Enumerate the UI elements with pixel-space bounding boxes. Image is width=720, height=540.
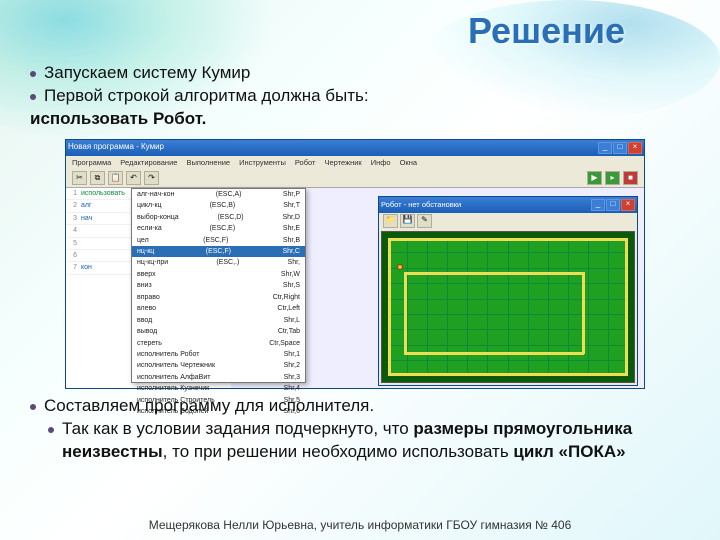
- slide-footer: Мещерякова Нелли Юрьевна, учитель информ…: [0, 518, 720, 532]
- bullet-4: Так как в условии задания подчеркнуто, ч…: [62, 418, 690, 464]
- dropdown-item[interactable]: влевоCtr,Left: [132, 303, 305, 314]
- lower-content: Составляем программу для исполнителя. Та…: [30, 395, 690, 464]
- close-icon[interactable]: ×: [628, 142, 642, 154]
- toolbar-redo-icon[interactable]: ↷: [144, 171, 159, 185]
- bullet-dot-icon: [30, 404, 36, 410]
- dropdown-item[interactable]: исполнитель ЧертежникShr,2: [132, 360, 305, 371]
- dropdown-item[interactable]: цел(ESC,F)Shr,B: [132, 235, 305, 246]
- dropdown-item[interactable]: стеретьCtr,Space: [132, 338, 305, 349]
- dropdown-item[interactable]: исполнитель КузнечикShr,4: [132, 383, 305, 394]
- upper-content: Запускаем систему Кумир Первой строкой а…: [30, 62, 690, 397]
- toolbar: ✂ ⧉ 📋 ↶ ↷ ▶ ▸ ■: [66, 170, 644, 188]
- menu-item[interactable]: Инструменты: [239, 158, 286, 168]
- menu-item[interactable]: Редактирование: [120, 158, 177, 168]
- window-titlebar: Новая программа - Кумир _ □ ×: [66, 140, 644, 156]
- bullet-dot-icon: [30, 94, 36, 100]
- dropdown-item[interactable]: выводCtr,Tab: [132, 326, 305, 337]
- dropdown-item[interactable]: внизShr,S: [132, 280, 305, 291]
- menu-item[interactable]: Чертежник: [324, 158, 361, 168]
- dropdown-item[interactable]: нц-кц-при(ESC,.)Shr,: [132, 257, 305, 268]
- robot-load-icon[interactable]: 📁: [383, 214, 398, 228]
- window-title: Новая программа - Кумир: [68, 142, 164, 153]
- menu-item[interactable]: Окна: [400, 158, 417, 168]
- bullet-2-bold: использовать Робот.: [30, 109, 206, 128]
- bullet-2: Первой строкой алгоритма должна быть:: [44, 85, 369, 108]
- menu-item[interactable]: Инфо: [371, 158, 391, 168]
- dropdown-item[interactable]: если-ка(ESC,E)Shr,E: [132, 223, 305, 234]
- robot-window-title: Робот - нет обстановки: [381, 200, 461, 210]
- minimize-icon[interactable]: _: [591, 199, 605, 211]
- minimize-icon[interactable]: _: [598, 142, 612, 154]
- dropdown-item[interactable]: вверхShr,W: [132, 269, 305, 280]
- toolbar-step-icon[interactable]: ▸: [605, 171, 620, 185]
- bullet-dot-icon: [48, 427, 54, 433]
- bullet-dot-icon: [30, 71, 36, 77]
- menu-item[interactable]: Программа: [72, 158, 111, 168]
- dropdown-item[interactable]: цикл-кц(ESC,B)Shr,T: [132, 200, 305, 211]
- toolbar-run-icon[interactable]: ▶: [587, 171, 602, 185]
- robot-edit-icon[interactable]: ✎: [417, 214, 432, 228]
- dropdown-item[interactable]: алг-нач-кон(ESC,A)Shr,P: [132, 189, 305, 200]
- dropdown-item[interactable]: выбор-конца(ESC,D)Shr,D: [132, 212, 305, 223]
- dropdown-item[interactable]: вводShr,L: [132, 315, 305, 326]
- dropdown-item[interactable]: исполнитель АлфаВитShr,3: [132, 372, 305, 383]
- kumir-screenshot: Новая программа - Кумир _ □ × Программа …: [65, 139, 645, 389]
- robot-marker-icon: [397, 264, 403, 270]
- toolbar-undo-icon[interactable]: ↶: [126, 171, 141, 185]
- toolbar-paste-icon[interactable]: 📋: [108, 171, 123, 185]
- robot-window: Робот - нет обстановки _ □ × 📁 💾 ✎: [378, 196, 638, 386]
- menu-item[interactable]: Робот: [295, 158, 316, 168]
- menu-bar: Программа Редактирование Выполнение Инст…: [66, 156, 644, 170]
- close-icon[interactable]: ×: [621, 199, 635, 211]
- bullet-3: Составляем программу для исполнителя.: [44, 395, 374, 418]
- dropdown-item[interactable]: вправоCtr,Right: [132, 292, 305, 303]
- robot-save-icon[interactable]: 💾: [400, 214, 415, 228]
- maximize-icon[interactable]: □: [613, 142, 627, 154]
- toolbar-cut-icon[interactable]: ✂: [72, 171, 87, 185]
- toolbar-copy-icon[interactable]: ⧉: [90, 171, 105, 185]
- bullet-1: Запускаем систему Кумир: [44, 62, 250, 85]
- dropdown-item[interactable]: исполнитель РоботShr,1: [132, 349, 305, 360]
- maximize-icon[interactable]: □: [606, 199, 620, 211]
- insert-dropdown-menu: алг-нач-кон(ESC,A)Shr,Pцикл-кц(ESC,B)Shr…: [131, 188, 306, 383]
- menu-item[interactable]: Выполнение: [186, 158, 230, 168]
- slide-title: Решение: [468, 10, 625, 52]
- toolbar-stop-icon[interactable]: ■: [623, 171, 638, 185]
- dropdown-item[interactable]: нц-кц(ESC,F)Shr,C: [132, 246, 305, 257]
